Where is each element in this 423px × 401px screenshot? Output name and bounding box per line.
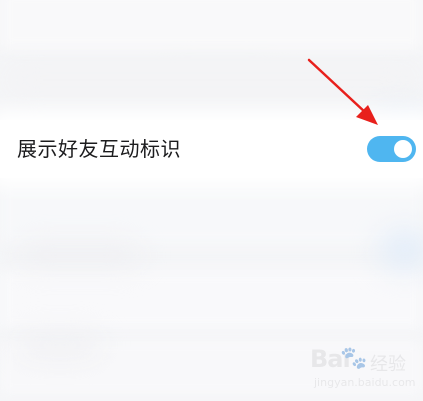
watermark-url: jingyan.baidu.com <box>314 376 416 389</box>
blurred-background <box>20 245 140 265</box>
blurred-setting-row <box>0 185 423 245</box>
red-arrow-icon <box>307 58 378 125</box>
setting-label: 展示好友互动标识 <box>17 137 181 161</box>
toggle-knob <box>394 140 412 158</box>
baidu-jingyan-watermark: Bai 🐾 经验 jingyan.baidu.com <box>290 340 416 395</box>
blurred-setting-row <box>0 270 423 330</box>
settings-screen: 展示好友互动标识 Bai 🐾 经验 jingyan.baidu.com <box>0 0 423 401</box>
blurred-background <box>380 230 423 270</box>
watermark-jingyan: 经验 <box>370 354 406 375</box>
paw-icon: 🐾 <box>340 346 368 371</box>
friend-interaction-toggle[interactable] <box>367 136 416 162</box>
blurred-setting-row <box>0 0 423 50</box>
blurred-background <box>20 335 100 355</box>
